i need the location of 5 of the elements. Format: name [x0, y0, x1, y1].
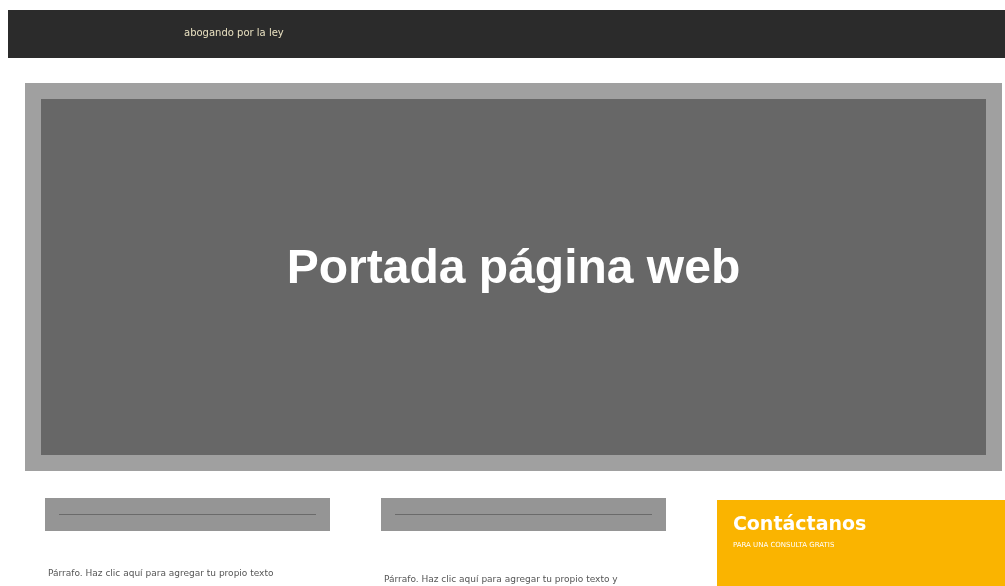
paragraph: Párrafo. Haz clic aquí para agregar tu propio texto	[47, 567, 275, 580]
contact-title: Contáctanos	[732, 512, 867, 536]
paragraph: Párrafo. Haz clic aquí para agregar tu propio texto y	[382, 573, 619, 586]
tagline: abogando por la ley	[184, 28, 284, 38]
hero-title: Portada página web	[286, 243, 741, 291]
